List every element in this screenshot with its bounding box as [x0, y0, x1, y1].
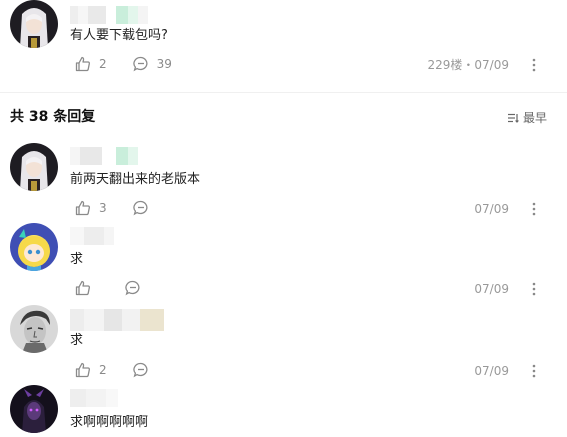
comment-button[interactable] — [133, 200, 157, 216]
avatar-image-sketch-man — [10, 305, 58, 353]
vertical-dots-icon — [532, 282, 536, 296]
avatar[interactable] — [10, 385, 58, 433]
vertical-dots-icon — [532, 202, 536, 216]
like-count: 2 — [99, 363, 107, 377]
sort-lines-icon — [507, 113, 519, 123]
thumbs-up-icon — [75, 362, 90, 378]
username-blurred[interactable] — [70, 227, 114, 245]
like-count: 2 — [99, 57, 107, 71]
thumbs-up-icon — [75, 56, 90, 72]
post-actions: 2 39 — [75, 55, 198, 73]
reply-content: 求啊啊啊啊啊 — [70, 415, 149, 430]
like-button[interactable]: 2 — [75, 362, 107, 378]
like-count: 3 — [99, 201, 107, 215]
speech-bubble-icon — [133, 56, 148, 72]
speech-bubble-icon — [133, 362, 148, 378]
thumbs-up-icon — [75, 280, 90, 296]
avatar[interactable] — [10, 143, 58, 191]
more-options-button[interactable] — [529, 57, 539, 73]
thumbs-up-icon — [75, 200, 90, 216]
reply-actions: 3 — [75, 199, 183, 217]
reply-date: 07/09 — [474, 364, 509, 378]
avatar-image-white-hair — [10, 0, 58, 48]
vertical-dots-icon — [532, 364, 536, 378]
avatar[interactable] — [10, 223, 58, 271]
vertical-dots-icon — [532, 58, 536, 72]
floor-and-date: 229楼・07/09 — [427, 58, 510, 72]
reply-content: 前两天翻出来的老版本 — [70, 172, 201, 187]
like-button[interactable]: 2 — [75, 56, 107, 72]
avatar[interactable] — [10, 305, 58, 353]
username-blurred[interactable] — [70, 6, 148, 24]
username-blurred[interactable] — [70, 309, 164, 331]
speech-bubble-icon — [125, 280, 140, 296]
username-blurred[interactable] — [70, 389, 118, 407]
reply-date: 07/09 — [474, 282, 509, 296]
more-options-button[interactable] — [529, 201, 539, 217]
sort-order-button[interactable]: 最早 — [507, 109, 547, 126]
divider — [0, 92, 567, 93]
replies-count-title: 共 38 条回复 — [10, 109, 96, 125]
reply-item: 求啊啊啊啊啊 — [0, 385, 567, 437]
more-options-button[interactable] — [529, 281, 539, 297]
avatar-image-dark-character — [10, 385, 58, 433]
reply-item: 前两天翻出来的老版本 3 07/09 — [0, 143, 567, 223]
reply-actions: 2 — [75, 361, 183, 379]
comment-count: 39 — [156, 57, 172, 71]
like-button[interactable] — [75, 280, 99, 296]
comment-button[interactable]: 39 — [133, 56, 172, 72]
username-blurred[interactable] — [70, 147, 138, 165]
avatar-image-white-hair — [10, 143, 58, 191]
comment-button[interactable] — [125, 280, 149, 296]
avatar-image-anime-girl — [10, 223, 58, 271]
avatar[interactable] — [10, 0, 58, 48]
reply-content: 求 — [70, 252, 84, 267]
reply-content: 求 — [70, 333, 84, 348]
sort-label: 最早 — [522, 111, 547, 125]
comment-button[interactable] — [133, 362, 157, 378]
reply-actions — [75, 279, 175, 297]
reply-item: 求 2 07/09 — [0, 305, 567, 385]
like-button[interactable]: 3 — [75, 200, 107, 216]
speech-bubble-icon — [133, 200, 148, 216]
post-content: 有人要下载包吗? — [70, 28, 168, 43]
reply-date: 07/09 — [474, 202, 509, 216]
more-options-button[interactable] — [529, 363, 539, 379]
top-post: 有人要下载包吗? 2 39 229楼・07/09 — [0, 0, 567, 92]
reply-item: 求 07/09 — [0, 223, 567, 303]
